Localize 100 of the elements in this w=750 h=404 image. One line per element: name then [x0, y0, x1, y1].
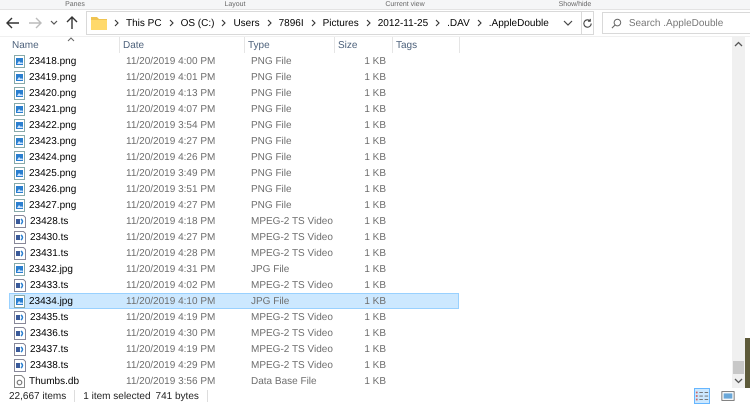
- date-cell-text: 11/20/2019 4:28 PM: [125, 248, 216, 258]
- size-cell-text: 1 KB: [363, 312, 387, 322]
- file-name: 23436.ts: [30, 328, 68, 338]
- file-row[interactable]: 23423.png 11/20/2019 4:27 PM PNG File 1 KB: [9, 133, 459, 149]
- size-cell-text: 1 KB: [363, 168, 387, 178]
- file-row[interactable]: Thumbs.db 11/20/2019 3:56 PM Data Base File 1 KB: [9, 373, 459, 388]
- date-cell-text: 11/20/2019 4:26 PM: [125, 152, 216, 162]
- image-file-icon: [14, 54, 25, 68]
- selection-count: 1 item selected: [83, 390, 151, 402]
- file-row[interactable]: 23425.png 11/20/2019 3:49 PM PNG File 1 KB: [9, 165, 459, 181]
- date-cell-text: 11/20/2019 4:27 PM: [125, 232, 216, 242]
- refresh-button[interactable]: [580, 11, 594, 35]
- media-file-icon: [14, 358, 26, 372]
- scrollbar[interactable]: [732, 37, 745, 388]
- back-arrow-icon[interactable]: [6, 17, 20, 29]
- breadcrumb-item[interactable]: .DAV: [447, 18, 470, 28]
- type-cell-text: MPEG-2 TS Video: [250, 232, 334, 242]
- column-header[interactable]: Size: [335, 37, 393, 53]
- size-cell-text: 1 KB: [363, 136, 387, 146]
- column-header[interactable]: Type: [245, 37, 335, 53]
- file-row[interactable]: 23435.ts 11/20/2019 4:19 PM MPEG-2 TS Video 1 KB: [9, 309, 459, 325]
- breadcrumb-item[interactable]: 7896I: [278, 18, 304, 28]
- file-name: 23428.ts: [30, 216, 68, 226]
- file-name: 23430.ts: [30, 232, 68, 242]
- media-file-icon: [14, 278, 26, 292]
- file-name: 23426.png: [29, 184, 76, 194]
- size-cell-text: 1 KB: [363, 216, 387, 226]
- date-cell-text: 11/20/2019 4:29 PM: [125, 360, 216, 370]
- type-cell-text: MPEG-2 TS Video: [250, 312, 334, 322]
- selection-size: 741 bytes: [156, 390, 199, 402]
- breadcrumb-item[interactable]: This PC: [126, 18, 162, 28]
- column-header[interactable]: Tags: [393, 37, 460, 53]
- date-cell-text: 11/20/2019 3:54 PM: [125, 120, 216, 130]
- file-row[interactable]: 23427.png 11/20/2019 4:27 PM PNG File 1 KB: [9, 197, 459, 213]
- date-cell-text: 11/20/2019 4:31 PM: [125, 264, 216, 274]
- file-row[interactable]: 23420.png 11/20/2019 4:13 PM PNG File 1 KB: [9, 85, 459, 101]
- selected-file-row[interactable]: 23434.jpg 11/20/2019 4:10 PM JPG File 1 KB: [9, 293, 459, 309]
- scroll-down-icon[interactable]: [734, 378, 743, 384]
- date-cell-text: 11/20/2019 3:56 PM: [125, 376, 216, 386]
- file-row[interactable]: 23418.png 11/20/2019 4:00 PM PNG File 1 KB: [9, 53, 459, 69]
- breadcrumb-item[interactable]: 2012-11-25: [378, 18, 428, 28]
- image-file-icon: [14, 198, 25, 212]
- image-file-icon: [14, 150, 25, 164]
- file-row[interactable]: 23431.ts 11/20/2019 4:28 PM MPEG-2 TS Video 1 KB: [9, 245, 459, 261]
- chevron-right-icon[interactable]: [435, 19, 440, 27]
- settings-file-icon: [14, 374, 25, 388]
- large-icons-view-button[interactable]: [720, 388, 736, 404]
- scroll-up-icon[interactable]: [734, 41, 743, 47]
- file-row[interactable]: 23426.png 11/20/2019 3:51 PM PNG File 1 KB: [9, 181, 459, 197]
- file-name: 23435.ts: [30, 312, 68, 322]
- chevron-right-icon[interactable]: [114, 19, 119, 27]
- type-cell-text: MPEG-2 TS Video: [250, 280, 334, 290]
- file-name: 23421.png: [29, 104, 76, 114]
- breadcrumb-item[interactable]: OS (C:): [180, 18, 214, 28]
- type-cell-text: PNG File: [250, 184, 293, 194]
- column-header[interactable]: Date: [120, 37, 245, 53]
- date-cell-text: 11/20/2019 4:27 PM: [125, 200, 216, 210]
- file-row[interactable]: 23421.png 11/20/2019 4:07 PM PNG File 1 KB: [9, 101, 459, 117]
- chevron-right-icon[interactable]: [476, 19, 482, 27]
- size-cell-text: 1 KB: [363, 232, 387, 242]
- image-file-icon: [14, 70, 25, 84]
- media-file-icon: [14, 246, 26, 260]
- chevron-right-icon[interactable]: [366, 19, 371, 27]
- scrollbar-thumb[interactable]: [733, 361, 744, 374]
- breadcrumb-item[interactable]: Pictures: [322, 18, 359, 28]
- file-row[interactable]: 23432.jpg 11/20/2019 4:31 PM JPG File 1 KB: [9, 261, 459, 277]
- date-cell-text: 11/20/2019 4:19 PM: [125, 344, 216, 354]
- file-row[interactable]: 23428.ts 11/20/2019 4:18 PM MPEG-2 TS Video 1 KB: [9, 213, 459, 229]
- type-cell-text: PNG File: [250, 72, 293, 82]
- file-row[interactable]: 23424.png 11/20/2019 4:26 PM PNG File 1 KB: [9, 149, 459, 165]
- type-cell-text: PNG File: [250, 56, 293, 66]
- search-field[interactable]: Search .AppleDouble: [602, 12, 750, 34]
- file-name: 23423.png: [29, 136, 76, 146]
- chevron-right-icon[interactable]: [310, 19, 316, 27]
- file-row[interactable]: 23433.ts 11/20/2019 4:02 PM MPEG-2 TS Video 1 KB: [9, 277, 459, 293]
- file-name: 23422.png: [29, 120, 76, 130]
- date-cell-text: 11/20/2019 4:18 PM: [125, 216, 216, 226]
- column-header[interactable]: Name: [9, 37, 120, 53]
- up-arrow-icon[interactable]: [66, 16, 78, 30]
- chevron-right-icon[interactable]: [168, 19, 174, 27]
- media-file-icon: [14, 214, 26, 228]
- chevron-down-icon[interactable]: [50, 20, 58, 26]
- file-row[interactable]: 23437.ts 11/20/2019 4:19 PM MPEG-2 TS Video 1 KB: [9, 341, 459, 357]
- file-row[interactable]: 23422.png 11/20/2019 3:54 PM PNG File 1 KB: [9, 117, 459, 133]
- date-cell-text: 11/20/2019 3:51 PM: [125, 184, 216, 194]
- breadcrumb-item[interactable]: .AppleDouble: [488, 18, 549, 28]
- address-bar[interactable]: This PC OS (C:) Users 7896I Pictures 2012-11-25 .DAV .AppleDouble: [86, 11, 582, 35]
- photo-placeholder: [745, 338, 750, 388]
- file-row[interactable]: 23436.ts 11/20/2019 4:30 PM MPEG-2 TS Video 1 KB: [9, 325, 459, 341]
- chevron-right-icon[interactable]: [266, 19, 272, 27]
- chevron-down-icon[interactable]: [562, 20, 573, 26]
- file-name: 23418.png: [29, 56, 76, 66]
- file-row[interactable]: 23430.ts 11/20/2019 4:27 PM MPEG-2 TS Video 1 KB: [9, 229, 459, 245]
- file-row[interactable]: 23438.ts 11/20/2019 4:29 PM MPEG-2 TS Video 1 KB: [9, 357, 459, 373]
- type-cell-text: PNG File: [250, 136, 293, 146]
- breadcrumb-item[interactable]: Users: [233, 18, 260, 28]
- details-view-button[interactable]: [694, 388, 710, 404]
- media-file-icon: [14, 310, 26, 324]
- file-row[interactable]: 23419.png 11/20/2019 4:01 PM PNG File 1 KB: [9, 69, 459, 85]
- chevron-right-icon[interactable]: [221, 19, 226, 27]
